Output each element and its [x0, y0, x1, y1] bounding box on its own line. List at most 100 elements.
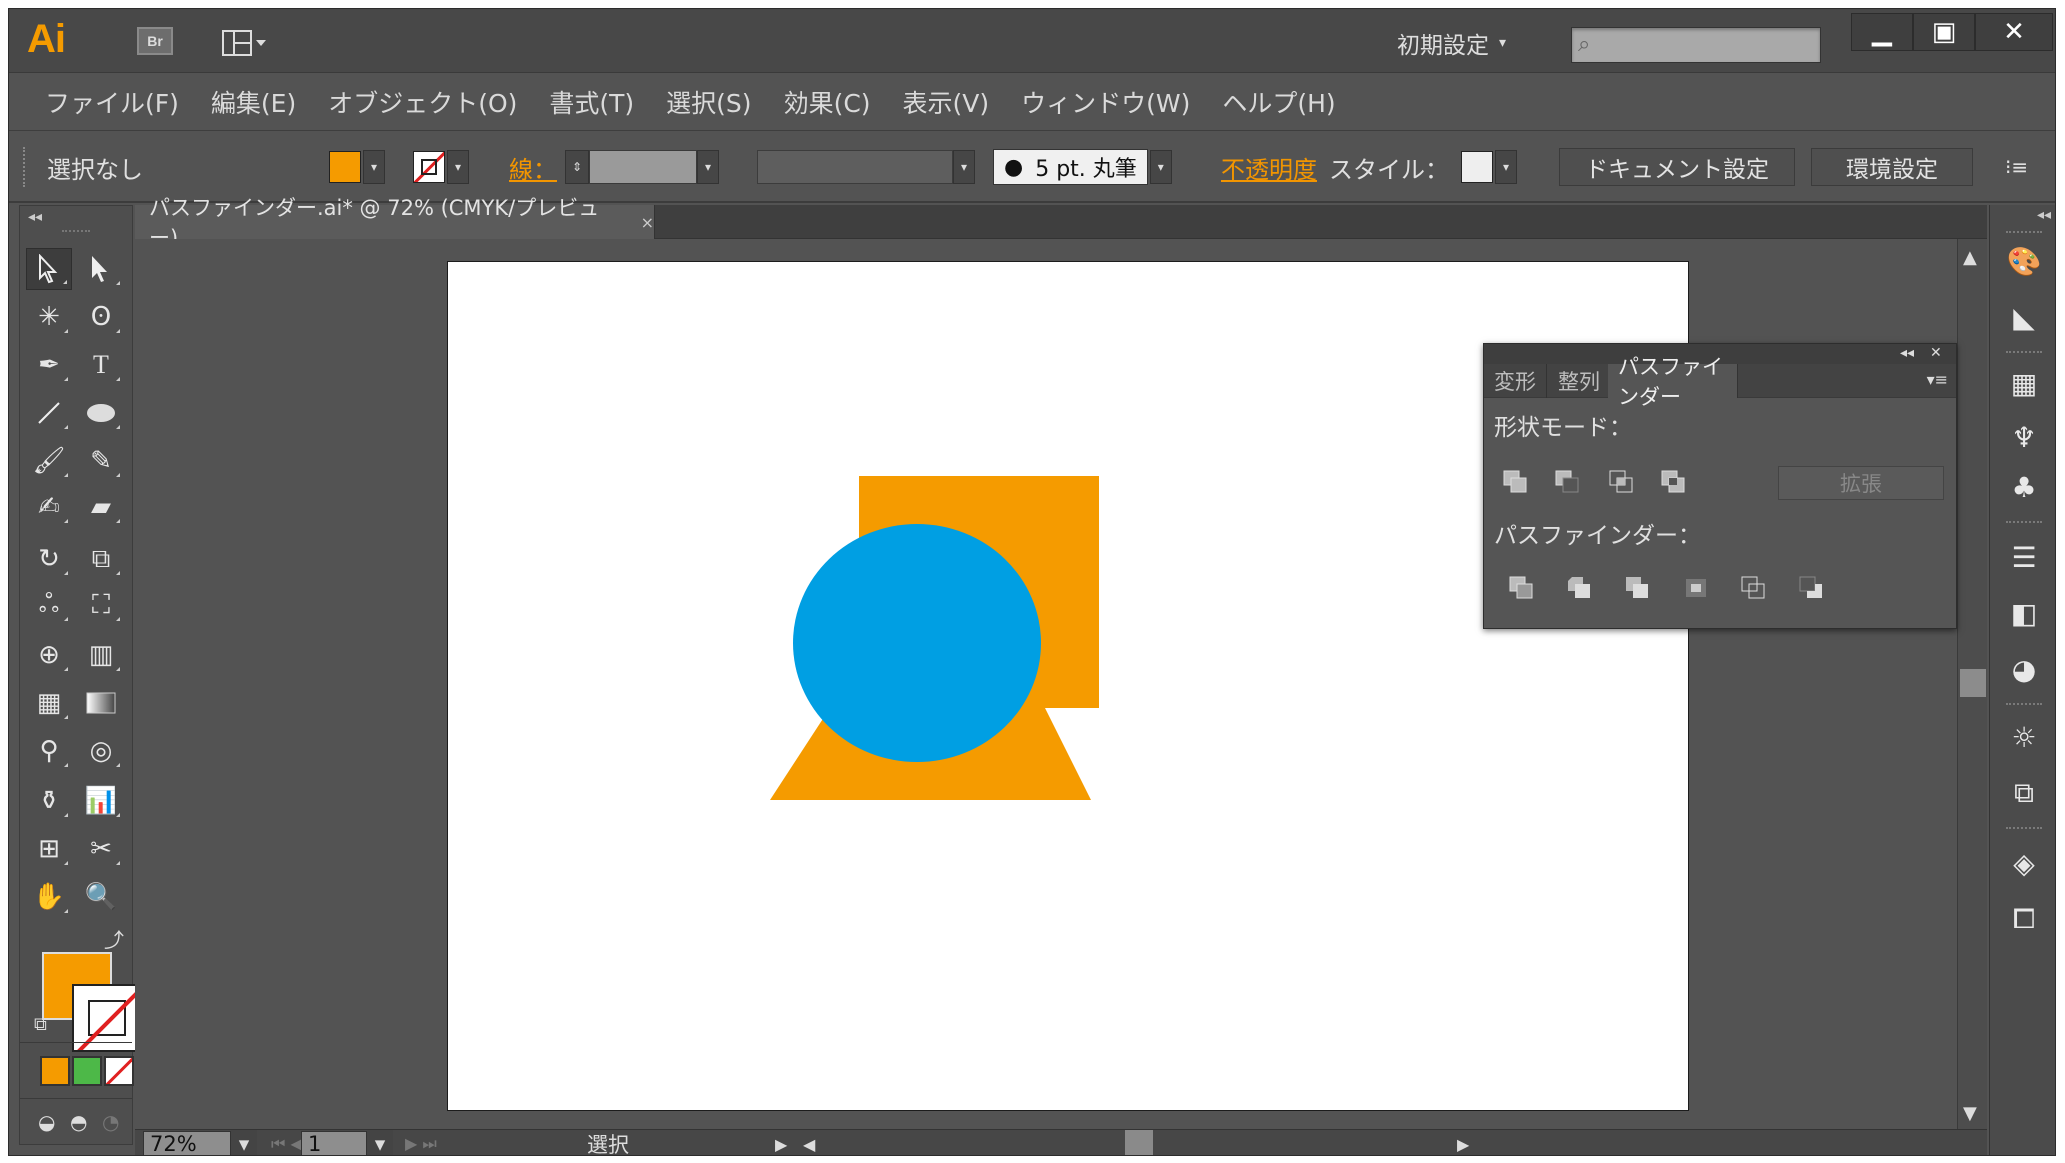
symbols-panel-icon[interactable]: ♣	[2004, 467, 2044, 507]
chevron-down-icon[interactable]: ▾	[447, 150, 469, 184]
status-menu-icon[interactable]: ▶	[775, 1130, 787, 1155]
panel-menu-icon[interactable]: ▾≡	[1927, 370, 1948, 389]
zoom-field[interactable]: 72%	[143, 1131, 231, 1155]
direct-selection-tool-icon[interactable]	[78, 248, 124, 290]
lasso-tool-icon[interactable]: ʘ	[78, 296, 124, 338]
zoom-tool-icon[interactable]: 🔍	[78, 876, 124, 918]
page-field[interactable]: 1	[301, 1131, 367, 1155]
blue-circle[interactable]	[793, 524, 1041, 762]
scale-tool-icon[interactable]: ⧉	[78, 538, 124, 580]
rotate-tool-icon[interactable]: ↻	[26, 538, 72, 580]
appearance-panel-icon[interactable]: ☼	[2004, 717, 2044, 757]
type-tool-icon[interactable]: T	[78, 344, 124, 386]
stroke-panel-icon[interactable]: ☰	[2004, 537, 2044, 577]
color-panel-icon[interactable]: 🎨	[2004, 241, 2044, 281]
expand-button[interactable]: 拡張	[1778, 466, 1944, 500]
graphic-style-swatch[interactable]	[1461, 151, 1493, 183]
shape-builder-tool-icon[interactable]: ⊕	[26, 634, 72, 676]
outline-icon[interactable]	[1734, 570, 1774, 606]
collapse-icon[interactable]: ◂◂	[1900, 345, 1914, 361]
crop-icon[interactable]	[1676, 570, 1716, 606]
color-mode-icon[interactable]	[40, 1056, 70, 1086]
mesh-tool-icon[interactable]: ▦	[26, 682, 72, 724]
none-mode-icon[interactable]	[104, 1056, 134, 1086]
intersect-icon[interactable]	[1602, 464, 1642, 500]
tab-align[interactable]: 整列	[1548, 364, 1611, 398]
stepper-icon[interactable]: ⇕	[565, 150, 589, 184]
panel-grip[interactable]	[62, 230, 90, 238]
close-icon[interactable]: ✕	[1930, 345, 1942, 361]
fill-swatch[interactable]	[329, 151, 361, 183]
scroll-right-icon[interactable]: ▶	[1457, 1130, 1469, 1155]
gradient-mode-icon[interactable]	[72, 1056, 102, 1086]
vertical-scrollbar[interactable]: ▲ ▼	[1957, 239, 1987, 1129]
graphic-styles-panel-icon[interactable]: ⧉	[2004, 773, 2044, 813]
collapse-icon[interactable]: ◂◂	[20, 206, 132, 228]
draw-behind-icon[interactable]: ◓	[70, 1110, 87, 1134]
horizontal-scroll-thumb[interactable]	[1125, 1130, 1153, 1155]
document-tab[interactable]: パスファインダー.ai* @ 72% (CMYK/プレビュー) ×	[135, 196, 655, 250]
default-fill-stroke-icon[interactable]: ⧉	[34, 1014, 47, 1035]
menu-file[interactable]: ファイル(F)	[29, 84, 195, 120]
panel-menu-icon[interactable]: ⁝≡	[2005, 131, 2028, 203]
menu-select[interactable]: 選択(S)	[650, 84, 767, 120]
divide-icon[interactable]	[1502, 570, 1542, 606]
menu-object[interactable]: オブジェクト(O)	[312, 84, 533, 120]
transparency-panel-icon[interactable]: ◕	[2004, 649, 2044, 689]
swap-fill-stroke-icon[interactable]: ⤴	[104, 924, 124, 953]
color-guide-icon[interactable]: ◣	[2004, 297, 2044, 337]
chevron-down-icon[interactable]: ▾	[953, 150, 975, 184]
eraser-tool-icon[interactable]: ▰	[78, 486, 124, 528]
close-icon[interactable]: ×	[641, 213, 654, 232]
chevron-down-icon[interactable]: ▾	[231, 1130, 257, 1155]
bridge-button[interactable]: Br	[137, 27, 173, 55]
unite-icon[interactable]	[1496, 464, 1536, 500]
next-page-icon[interactable]: ▶ ⏭	[405, 1130, 437, 1155]
gradient-panel-icon[interactable]: ◧	[2004, 593, 2044, 633]
opacity-label[interactable]: 不透明度	[1221, 131, 1317, 203]
minus-front-icon[interactable]	[1548, 464, 1588, 500]
pen-tool-icon[interactable]: ✒	[26, 344, 72, 386]
first-page-icon[interactable]: ⏮ ◀	[271, 1130, 303, 1155]
document-setup-button[interactable]: ドキュメント設定	[1559, 148, 1795, 186]
chevron-down-icon[interactable]: ▾	[367, 1130, 393, 1155]
free-transform-tool-icon[interactable]: ⛶	[78, 584, 124, 626]
minus-back-icon[interactable]	[1792, 570, 1832, 606]
graphic-style-control[interactable]: ▾	[1461, 131, 1517, 203]
tab-transform[interactable]: 変形	[1484, 364, 1547, 398]
menu-type[interactable]: 書式(T)	[533, 84, 650, 120]
chevron-down-icon[interactable]: ▾	[1149, 150, 1172, 184]
artboard-tool-icon[interactable]: ⊞	[26, 828, 72, 870]
graph-tool-icon[interactable]: 📊	[78, 780, 124, 822]
scroll-down-icon[interactable]: ▼	[1963, 1103, 1977, 1124]
slice-tool-icon[interactable]: ✂	[78, 828, 124, 870]
menu-view[interactable]: 表示(V)	[887, 84, 1006, 120]
symbol-sprayer-tool-icon[interactable]: ⚱	[26, 780, 72, 822]
minimize-button[interactable]: ▁	[1851, 13, 1913, 51]
stroke-none-swatch[interactable]	[413, 151, 445, 183]
line-segment-tool-icon[interactable]	[26, 392, 72, 434]
brush-definition[interactable]: ● 5 pt. 丸筆 ▾	[993, 131, 1172, 203]
chevron-down-icon[interactable]: ▾	[1495, 150, 1517, 184]
menu-help[interactable]: ヘルプ(H)	[1206, 84, 1351, 120]
chevron-down-icon[interactable]: ▾	[697, 150, 719, 184]
menu-window[interactable]: ウィンドウ(W)	[1005, 84, 1206, 120]
pencil-tool-icon[interactable]: ✎	[78, 440, 124, 482]
close-button[interactable]: ✕	[1975, 13, 2053, 51]
perspective-grid-tool-icon[interactable]: ▥	[78, 634, 124, 676]
tab-pathfinder[interactable]: パスファインダー	[1608, 355, 1738, 409]
stroke-weight-input[interactable]	[589, 150, 697, 184]
brushes-panel-icon[interactable]: ♆	[2004, 417, 2044, 457]
profile-field[interactable]	[757, 150, 953, 184]
ellipse-tool-icon[interactable]	[78, 392, 124, 434]
search-input[interactable]: ⌕	[1571, 27, 1821, 63]
menu-effect[interactable]: 効果(C)	[768, 84, 887, 120]
exclude-icon[interactable]	[1654, 464, 1694, 500]
workspace-switcher[interactable]: 初期設定 ▾	[1397, 25, 1506, 61]
magic-wand-tool-icon[interactable]: ✳	[26, 296, 72, 338]
trim-icon[interactable]	[1560, 570, 1600, 606]
gradient-tool-icon[interactable]	[78, 682, 124, 724]
merge-icon[interactable]	[1618, 570, 1658, 606]
scroll-up-icon[interactable]: ▲	[1963, 247, 1977, 268]
menu-edit[interactable]: 編集(E)	[195, 84, 312, 120]
